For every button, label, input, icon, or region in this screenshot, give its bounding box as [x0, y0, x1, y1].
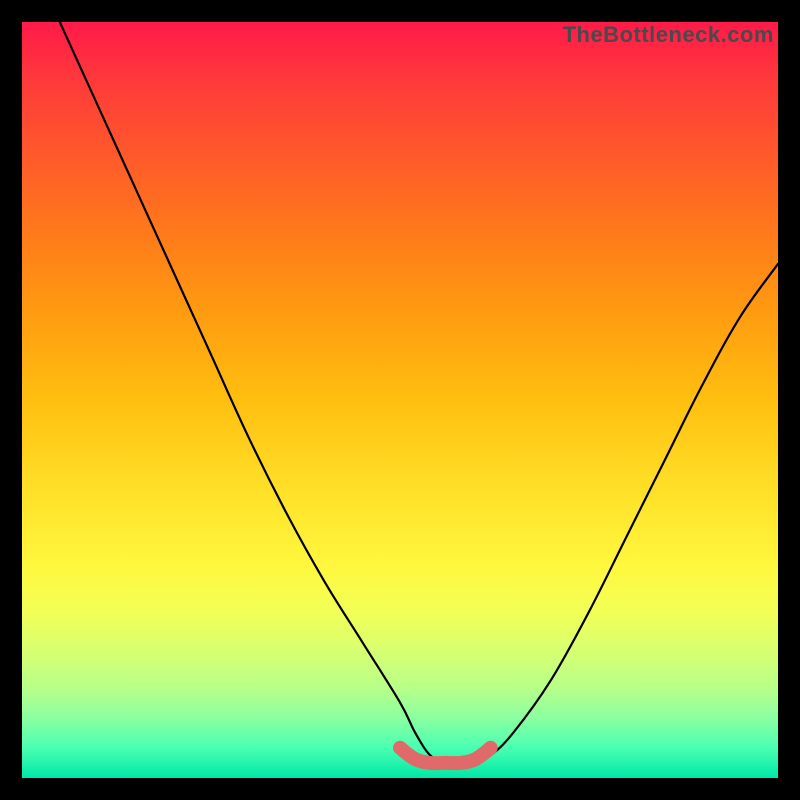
chart-plot-area: TheBottleneck.com	[22, 22, 778, 778]
chart-frame: TheBottleneck.com	[0, 0, 800, 800]
curve-layer	[22, 22, 778, 778]
bottleneck-curve-path	[60, 22, 778, 763]
watermark-text: TheBottleneck.com	[563, 22, 774, 48]
optimal-band-path	[400, 748, 491, 763]
